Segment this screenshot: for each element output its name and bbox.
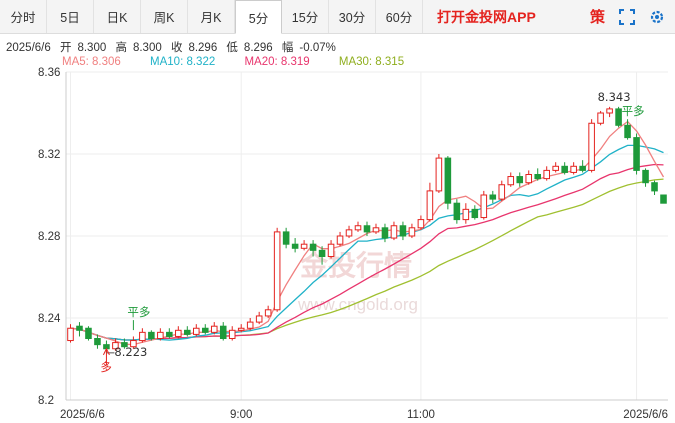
candle-up: [462, 208, 470, 221]
candle-up: [345, 229, 353, 237]
candle-down: [633, 137, 640, 171]
candle-up: [273, 231, 281, 311]
signal-long: 多: [100, 360, 112, 374]
candle-up: [192, 327, 200, 335]
candle-up: [372, 227, 380, 233]
candle-up: [480, 194, 488, 219]
candle-down: [94, 338, 101, 346]
candle-down: [651, 182, 658, 192]
watermark-text: 金投行情: [299, 249, 412, 282]
candle-down: [166, 331, 173, 337]
candle-up: [139, 331, 146, 342]
price-label: 8.343: [598, 90, 631, 104]
x-tick-label: 2025/6/6: [60, 409, 105, 421]
candle-up: [525, 174, 533, 184]
watermark-url: www.cngold.org: [297, 295, 418, 314]
candle-up: [507, 176, 515, 186]
candle-up: [175, 329, 182, 337]
candle-down: [219, 325, 227, 340]
x-tick-label: 11:00: [407, 409, 435, 421]
signal-close-long: 平多: [622, 104, 645, 118]
candle-up: [210, 325, 218, 333]
candle-up: [435, 157, 443, 192]
candle-up: [597, 112, 604, 124]
candle-up: [264, 309, 272, 317]
y-tick-label: 8.32: [38, 149, 60, 161]
candle-down: [516, 176, 524, 184]
x-tick-label: 9:00: [230, 409, 252, 421]
candle-up: [327, 243, 335, 257]
candle-down: [291, 243, 299, 249]
candle-up: [336, 235, 344, 245]
candle-down: [282, 231, 290, 245]
candle-up: [228, 329, 236, 339]
y-tick-label: 8.24: [38, 313, 61, 325]
candle-up: [390, 225, 398, 239]
candle-up: [417, 219, 425, 229]
candle-down: [579, 165, 586, 171]
candle-up: [570, 165, 577, 173]
candle-up: [408, 227, 416, 237]
candlestick-chart: 8.36 8.32 8.28 8.24 8.2 2025/6/6 9:00 11:00 2025…: [38, 67, 668, 421]
candle-up: [67, 327, 74, 342]
candle-down: [381, 227, 389, 239]
candle-down: [642, 169, 649, 184]
y-tick-label: 8.2: [38, 395, 54, 407]
candle-down: [453, 202, 461, 221]
candle-down: [561, 165, 568, 173]
candle-down: [489, 194, 497, 200]
candle-down: [363, 225, 371, 233]
candle-up: [426, 190, 434, 221]
candle-up: [237, 327, 245, 331]
x-tick-label: 2025/6/6: [623, 409, 668, 421]
candle-up: [354, 225, 362, 231]
candle-down: [85, 327, 92, 339]
candle-up: [300, 243, 308, 249]
price-label: 8.223: [114, 345, 147, 359]
candle-down: [534, 174, 542, 180]
candle-down: [184, 329, 191, 335]
candle-up: [588, 122, 595, 171]
candle-down: [201, 327, 209, 333]
candle-up: [552, 165, 559, 171]
candle-down: [318, 249, 326, 258]
candle-down: [615, 108, 622, 126]
candle-up: [606, 108, 613, 114]
candle-down: [148, 331, 155, 340]
y-tick-label: 8.36: [38, 67, 60, 79]
candle-up: [157, 331, 164, 340]
candle-down: [76, 325, 83, 331]
candle-down: [660, 194, 667, 204]
candle-down: [309, 243, 317, 251]
signal-close-long: 平多: [127, 305, 150, 319]
candle-down: [471, 208, 479, 219]
candle-down: [444, 157, 452, 204]
candle-up: [246, 321, 254, 329]
candle-down: [399, 225, 407, 237]
candle-up: [498, 184, 506, 200]
candle-up: [255, 315, 263, 323]
y-tick-label: 8.28: [38, 231, 60, 243]
candle-up: [543, 169, 550, 180]
